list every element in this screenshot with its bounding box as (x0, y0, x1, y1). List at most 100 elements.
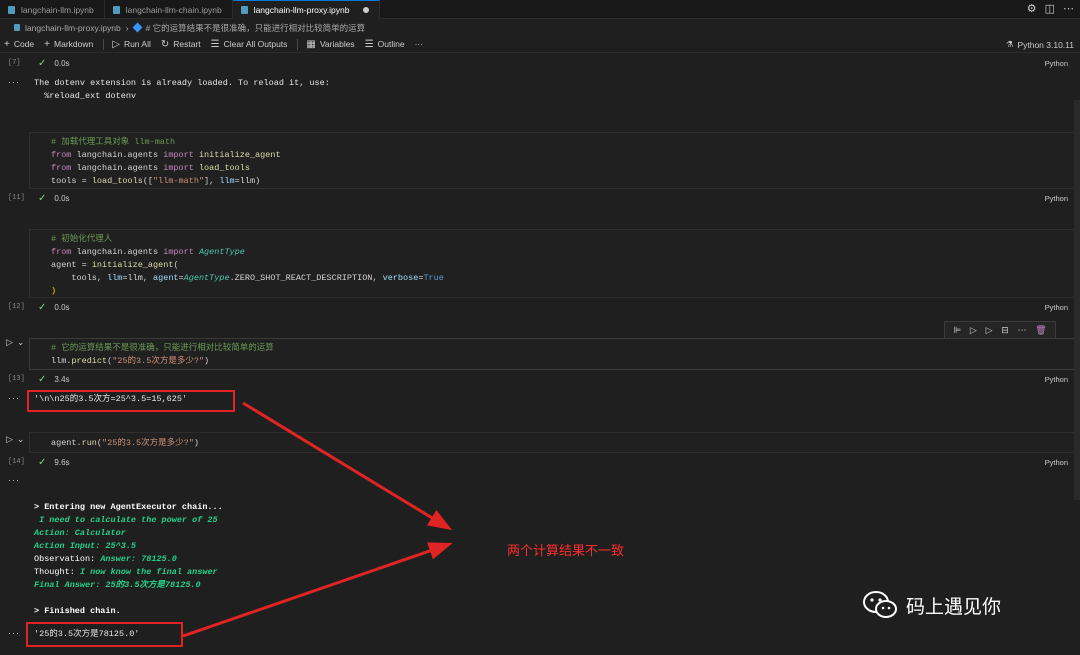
split-cell-icon[interactable]: ⊟ (1001, 325, 1009, 336)
cell-language[interactable]: Python (1045, 303, 1068, 312)
variables-label: Variables (319, 39, 355, 49)
notebook-file-icon (8, 5, 15, 14)
notebook-file-icon (14, 24, 20, 31)
code-line: # 加载代理工具对象 llm-math (51, 137, 176, 147)
run-all-button[interactable]: ▷ Run All (112, 39, 151, 50)
tab-bar: langchain-llm.ipynb langchain-llm-chain.… (0, 0, 1080, 19)
code-line: llm.predict("25的3.5次方是多少?") (51, 356, 210, 366)
check-icon: ✓ (38, 58, 47, 69)
vertical-scrollbar[interactable] (1074, 100, 1080, 500)
execution-count: [14] (8, 458, 25, 466)
code-cell[interactable]: # 加载代理工具对象 llm-math from langchain.agent… (29, 132, 1075, 189)
toolbar-divider (297, 38, 299, 50)
tab-label: langchain-llm.ipynb (21, 4, 94, 15)
clear-outputs-button[interactable]: ☰ Clear All Outputs (211, 39, 288, 50)
run-cell-button[interactable]: ▷ ⌄ (6, 434, 24, 445)
code-cell-icon (132, 22, 143, 33)
code-line: agent = initialize_agent( (51, 260, 179, 270)
exec-time: 0.0s (54, 59, 70, 68)
output-line: Final Answer: 25的3.5次方是78125.0 (34, 580, 201, 590)
chevron-right-icon: › (125, 22, 129, 33)
variables-icon: ▦ (306, 38, 316, 50)
code-cell[interactable]: # 它的运算结果不是很准确，只能进行相对比较简单的运算 llm.predict(… (29, 338, 1075, 370)
tab-langchain-llm[interactable]: langchain-llm.ipynb (0, 0, 105, 19)
output-line: %reload_ext dotenv (34, 91, 137, 101)
outline-icon: ☰ (364, 38, 374, 50)
execution-count: [11] (8, 194, 25, 202)
variables-button[interactable]: ▦ Variables (306, 39, 354, 50)
chevron-down-icon: ⌄ (16, 337, 25, 347)
code-line: from langchain.agents import load_tools (51, 163, 250, 173)
toolbar-divider (103, 38, 105, 50)
check-icon: ✓ (38, 193, 47, 204)
clear-outputs-label: Clear All Outputs (223, 39, 288, 49)
breadcrumb: langchain-llm-proxy.ipynb › # 它的运算结果不是很准… (0, 19, 1080, 36)
output-menu-icon[interactable]: ··· (8, 77, 20, 87)
output-menu-icon[interactable]: ··· (8, 628, 20, 638)
tab-langchain-llm-chain[interactable]: langchain-llm-chain.ipynb (105, 0, 233, 19)
unsaved-dot-icon[interactable] (363, 7, 370, 13)
play-icon: ▷ (6, 337, 13, 347)
cell-output: The dotenv extension is already loaded. … (34, 77, 330, 103)
breadcrumb-cell[interactable]: # 它的运算结果不是很准确，只能进行相对比较简单的运算 (146, 22, 366, 34)
cell-output: > Entering new AgentExecutor chain... I … (34, 501, 223, 618)
wechat-logo-icon (863, 591, 897, 618)
code-line: # 它的运算结果不是很准确，只能进行相对比较简单的运算 (51, 343, 274, 353)
execute-above-icon[interactable]: ⊫ (953, 325, 961, 336)
exec-time: 0.0s (54, 194, 70, 203)
kernel-picker[interactable]: ⚗ Python 3.10.11 (1006, 36, 1074, 53)
code-line: tools, llm=llm, agent=AgentType.ZERO_SHO… (51, 273, 444, 283)
code-line: ) (51, 286, 57, 296)
output-line: Thought: I now know the final answer (34, 567, 218, 577)
output-line: > Entering new AgentExecutor chain... (34, 502, 223, 512)
add-markdown-button[interactable]: + Markdown (44, 39, 93, 50)
execution-count: [13] (8, 375, 25, 383)
cell-toolbar: ⊫ ▷ ▷ ⊟ ⋯ 🗑 (944, 321, 1056, 339)
output-menu-icon[interactable]: ··· (8, 393, 20, 403)
output-menu-icon[interactable]: ··· (8, 475, 20, 485)
add-code-button[interactable]: + Code (4, 39, 34, 50)
more-actions-icon[interactable]: ⋯ (1063, 3, 1074, 15)
execute-cell-and-below-icon[interactable]: ▷ (986, 325, 993, 336)
code-line: # 初始化代理人 (51, 234, 113, 244)
run-cell-button[interactable]: ▷ ⌄ (6, 337, 24, 348)
restart-button[interactable]: ↻ Restart (161, 39, 201, 50)
tab-label: langchain-llm-chain.ipynb (125, 4, 222, 15)
execute-below-icon[interactable]: ▷ (970, 325, 977, 336)
restart-icon: ↻ (160, 38, 170, 50)
cell-language[interactable]: Python (1045, 59, 1068, 68)
exec-time: 9.6s (54, 458, 70, 467)
gear-icon[interactable]: ⚙ (1027, 3, 1037, 15)
more-toolbar-button[interactable]: ··· (415, 39, 424, 49)
cell-status: ✓ 3.4s (38, 374, 70, 385)
arrow-top (242, 401, 453, 531)
breadcrumb-file[interactable]: langchain-llm-proxy.ipynb (25, 23, 121, 33)
output-line: The dotenv extension is already loaded. … (34, 78, 330, 88)
tab-label: langchain-llm-proxy.ipynb (253, 5, 350, 15)
code-cell[interactable]: agent.run("25的3.5次方是多少?") (29, 432, 1075, 453)
output-line: I need to calculate the power of 25 (34, 515, 218, 525)
execution-count: [7] (8, 59, 21, 67)
plus-icon: + (4, 38, 10, 50)
tab-langchain-llm-proxy[interactable]: langchain-llm-proxy.ipynb (232, 0, 381, 19)
cell-language[interactable]: Python (1045, 458, 1068, 467)
code-cell[interactable]: # 初始化代理人 from langchain.agents import Ag… (29, 229, 1075, 298)
outline-button[interactable]: ☰ Outline (365, 39, 405, 50)
more-cell-actions-icon[interactable]: ⋯ (1017, 325, 1026, 336)
code-line: from langchain.agents import initialize_… (51, 150, 281, 160)
delete-icon[interactable]: 🗑 (1035, 325, 1046, 336)
check-icon: ✓ (38, 374, 47, 385)
code-line: tools = load_tools(["llm-math"], llm=llm… (51, 176, 261, 186)
output-line: Action: Calculator (34, 528, 126, 538)
notebook-file-icon (240, 6, 248, 14)
plus-icon: + (44, 38, 51, 50)
cell-language[interactable]: Python (1045, 375, 1068, 384)
restart-label: Restart (173, 39, 201, 49)
annotation-text: 两个计算结果不一致 (507, 544, 625, 559)
cell-status: ✓ 0.0s (38, 193, 70, 204)
watermark-text: 码上遇见你 (906, 595, 1002, 618)
code-line: agent.run("25的3.5次方是多少?") (51, 438, 199, 448)
cell-language[interactable]: Python (1045, 194, 1068, 203)
split-editor-icon[interactable]: ◫ (1045, 3, 1055, 15)
highlight-box (27, 390, 235, 412)
